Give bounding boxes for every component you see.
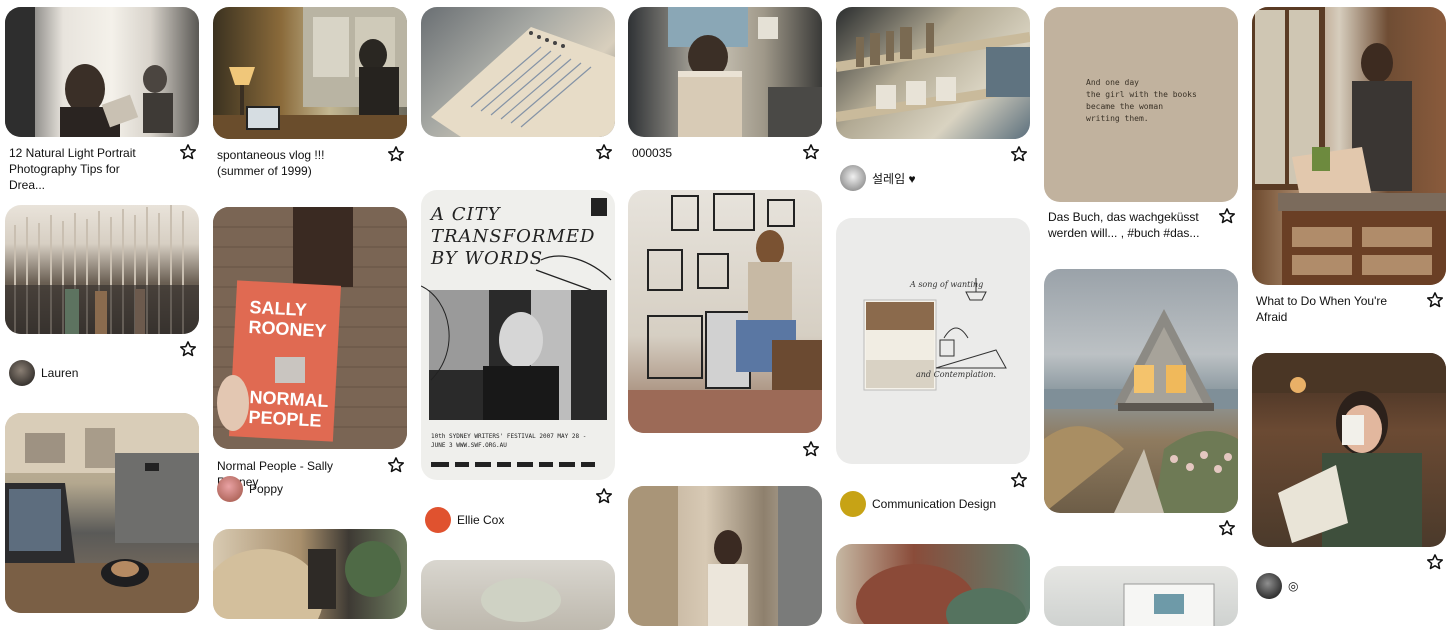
pin-image[interactable] bbox=[5, 205, 199, 334]
author-name[interactable]: Communication Design bbox=[872, 497, 996, 511]
author-name[interactable]: ◎ bbox=[1288, 579, 1298, 593]
sketch-caption: A song of wanting bbox=[910, 280, 984, 289]
avatar[interactable] bbox=[1256, 573, 1282, 599]
plate-illustration bbox=[856, 564, 1026, 624]
window-silhouette-illustration bbox=[5, 7, 173, 137]
pin-caption[interactable]: What to Do When You're Afraid bbox=[1256, 293, 1406, 325]
pin-image[interactable] bbox=[1252, 353, 1446, 547]
pin-caption[interactable]: 12 Natural Light Portrait Photography Ti… bbox=[9, 145, 159, 193]
pin-caption[interactable]: Das Buch, das wachgeküsst werden will...… bbox=[1048, 209, 1208, 241]
pin-image[interactable]: And one day the girl with the books beca… bbox=[1044, 7, 1238, 202]
gallery-wall-illustration bbox=[628, 193, 822, 433]
pin-author[interactable]: 설레임 ♥ bbox=[840, 165, 916, 191]
pin-image[interactable] bbox=[836, 7, 1030, 139]
sketch-caption-2: and Contemplation. bbox=[916, 370, 996, 379]
pin-image[interactable]: SALLY ROONEY NORMAL PEOPLE bbox=[213, 207, 407, 449]
notebook-illustration bbox=[431, 27, 615, 137]
star-icon[interactable] bbox=[595, 143, 613, 161]
shelf-sketch-illustration bbox=[863, 278, 1007, 391]
avatar[interactable] bbox=[840, 491, 866, 517]
avatar[interactable] bbox=[425, 507, 451, 533]
pin-image[interactable] bbox=[5, 7, 199, 137]
pin-image[interactable] bbox=[1044, 566, 1238, 626]
pin-image[interactable] bbox=[213, 7, 407, 139]
star-icon[interactable] bbox=[595, 487, 613, 505]
star-icon[interactable] bbox=[802, 143, 820, 161]
study-desk-illustration bbox=[668, 7, 822, 137]
reading-coffee-illustration bbox=[1252, 353, 1446, 547]
notebook-spiral-illustration bbox=[1123, 583, 1215, 626]
quote-text: And one day the girl with the books beca… bbox=[1086, 78, 1197, 123]
star-icon[interactable] bbox=[179, 340, 197, 358]
book-stack-illustration bbox=[5, 205, 199, 334]
pin-author[interactable]: Poppy bbox=[217, 476, 283, 502]
bookshelf-illustration bbox=[836, 23, 1030, 122]
star-icon[interactable] bbox=[1218, 207, 1236, 225]
pin-image[interactable] bbox=[628, 486, 822, 626]
pin-image[interactable] bbox=[213, 529, 407, 619]
pin-image[interactable] bbox=[1252, 7, 1446, 285]
star-icon[interactable] bbox=[1010, 471, 1028, 489]
star-icon[interactable] bbox=[1426, 553, 1444, 571]
pin-caption[interactable]: spontaneous vlog !!! (summer of 1999) bbox=[217, 147, 367, 179]
straw-hat-illustration bbox=[213, 541, 401, 619]
pin-caption[interactable]: 000035 bbox=[632, 145, 782, 161]
star-icon[interactable] bbox=[1426, 291, 1444, 309]
star-icon[interactable] bbox=[802, 440, 820, 458]
pin-image[interactable] bbox=[836, 544, 1030, 624]
author-name[interactable]: Lauren bbox=[41, 366, 78, 380]
pin-author[interactable]: ◎ bbox=[1256, 573, 1298, 599]
author-name[interactable]: Poppy bbox=[249, 482, 283, 496]
pin-image[interactable]: A song of wanting and Contemplation. bbox=[836, 218, 1030, 464]
pin-image[interactable] bbox=[628, 7, 822, 137]
cafe-laptop-illustration bbox=[5, 413, 199, 613]
author-name[interactable]: 설레임 ♥ bbox=[872, 170, 916, 187]
avatar[interactable] bbox=[217, 476, 243, 502]
beach-cabin-illustration bbox=[1044, 309, 1238, 513]
avatar[interactable] bbox=[840, 165, 866, 191]
star-icon[interactable] bbox=[387, 145, 405, 163]
book-title-author: SALLY ROONEY bbox=[248, 296, 327, 342]
pin-author[interactable]: Lauren bbox=[9, 360, 78, 386]
book-title: NORMAL PEOPLE bbox=[248, 386, 329, 431]
cup-illustration bbox=[481, 578, 561, 622]
pin-image[interactable] bbox=[421, 7, 615, 137]
window-sill-illustration bbox=[1252, 7, 1446, 285]
star-icon[interactable] bbox=[1010, 145, 1028, 163]
pin-author[interactable]: Communication Design bbox=[840, 491, 996, 517]
star-icon[interactable] bbox=[1218, 519, 1236, 537]
author-name[interactable]: Ellie Cox bbox=[457, 513, 504, 527]
pin-image[interactable]: A CITY TRANSFORMED BY WORDS 10th SYDNEY … bbox=[421, 190, 615, 480]
pin-image[interactable] bbox=[5, 413, 199, 613]
star-icon[interactable] bbox=[387, 456, 405, 474]
poster-footer: 10th SYDNEY WRITERS' FESTIVAL 2007 MAY 2… bbox=[431, 433, 587, 449]
pin-image[interactable] bbox=[1044, 269, 1238, 513]
pin-author[interactable]: Ellie Cox bbox=[425, 507, 504, 533]
pin-image[interactable] bbox=[628, 190, 822, 433]
street-walk-illustration bbox=[628, 486, 822, 626]
star-icon[interactable] bbox=[179, 143, 197, 161]
avatar[interactable] bbox=[9, 360, 35, 386]
desk-lamp-illustration bbox=[213, 7, 407, 139]
pin-grid: 12 Natural Light Portrait Photography Ti… bbox=[0, 0, 1456, 630]
pin-image[interactable] bbox=[421, 560, 615, 630]
